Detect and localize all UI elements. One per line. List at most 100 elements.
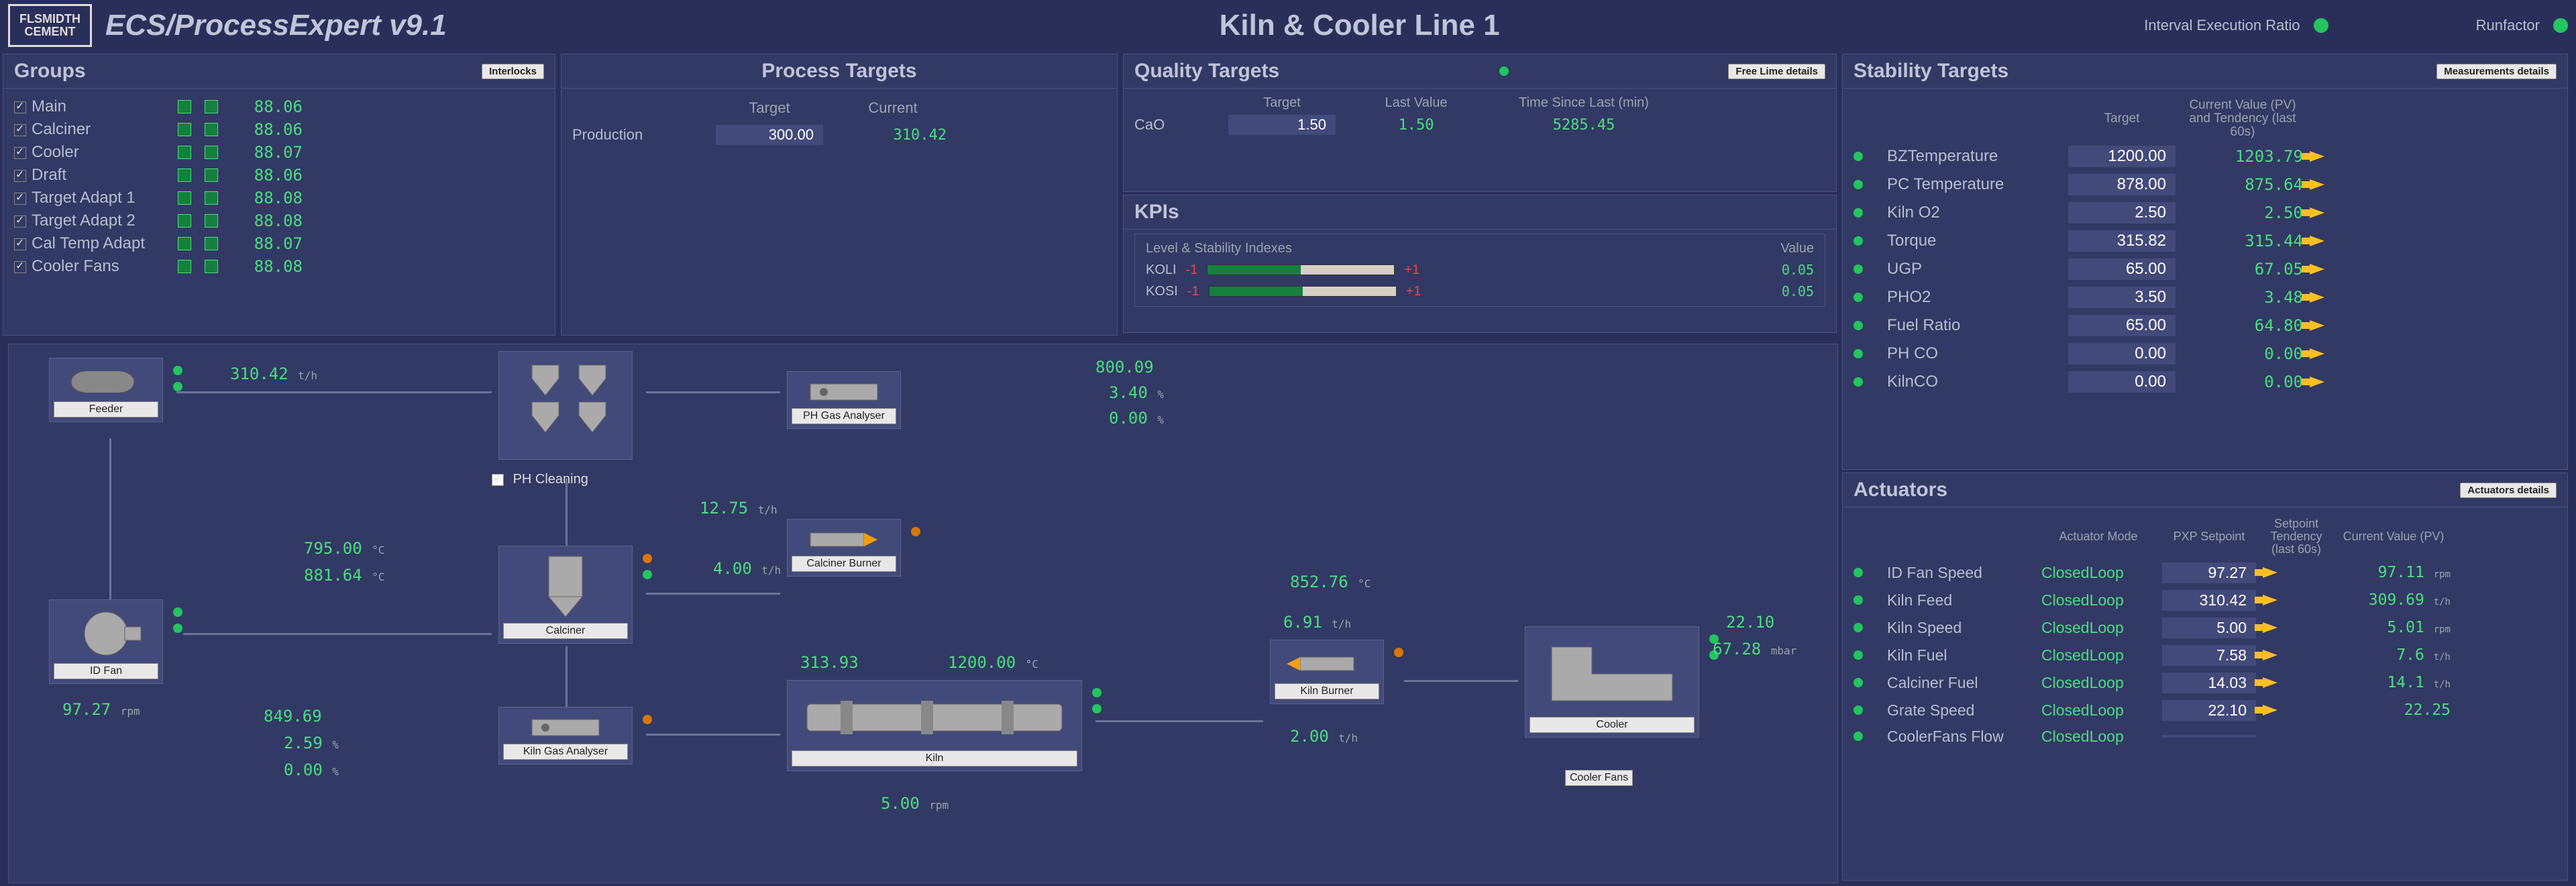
measurements-button[interactable]: Measurements details (2436, 64, 2557, 79)
ph-cleaning-checkbox[interactable] (492, 474, 504, 486)
group-checkbox[interactable] (14, 193, 26, 205)
group-status-1 (178, 191, 191, 205)
act-name: ID Fan Speed (1887, 564, 2035, 582)
stab-name: Kiln O2 (1887, 203, 2061, 222)
process-h-current: Current (839, 99, 947, 117)
group-name: Cooler (32, 143, 79, 161)
stab-target[interactable]: 65.00 (2068, 315, 2176, 336)
act-name: Grate Speed (1887, 701, 2035, 720)
stab-target[interactable]: 3.50 (2068, 287, 2176, 308)
stability-title: Stability Targets (1854, 60, 2008, 83)
group-checkbox[interactable] (14, 124, 26, 136)
cooler-fans-label[interactable]: Cooler Fans (1565, 770, 1633, 786)
stab-status-dot (1854, 180, 1863, 189)
arrow-right-icon (2263, 705, 2277, 716)
interlocks-button[interactable]: Interlocks (482, 64, 544, 79)
act-pv: 22.25 (2337, 701, 2451, 719)
group-status-2 (205, 146, 218, 159)
arrow-right-icon (2263, 677, 2277, 688)
group-checkbox[interactable] (14, 170, 26, 182)
group-checkbox[interactable] (14, 261, 26, 273)
stab-pv: 2.50 (2182, 203, 2303, 222)
group-name: Draft (32, 166, 66, 184)
group-name: Main (32, 97, 66, 115)
stab-target[interactable]: 315.82 (2068, 230, 2176, 252)
arrow-right-icon (2310, 151, 2324, 162)
group-value: 88.06 (229, 97, 303, 116)
act-status-dot (1854, 595, 1863, 605)
stab-pv: 0.00 (2182, 344, 2303, 363)
feeder-box[interactable]: Feeder (49, 358, 163, 422)
actuators-title: Actuators (1854, 479, 1947, 501)
stab-target[interactable]: 1200.00 (2068, 146, 2176, 167)
group-status-2 (205, 168, 218, 182)
stab-status-dot (1854, 264, 1863, 274)
act-name: Calciner Fuel (1887, 674, 2035, 692)
preheater-box[interactable] (498, 351, 633, 460)
group-checkbox[interactable] (14, 238, 26, 250)
id-fan-box[interactable]: ID Fan (49, 599, 163, 684)
stab-target[interactable]: 0.00 (2068, 343, 2176, 364)
act-status-dot (1854, 705, 1863, 715)
group-value: 88.06 (229, 120, 303, 139)
process-title: Process Targets (761, 60, 916, 83)
quality-title: Quality Targets (1134, 60, 1279, 83)
runfactor-status-dot (2553, 18, 2568, 33)
kpi-value: 0.05 (1782, 262, 1814, 278)
screen-title: Kiln & Cooler Line 1 (602, 9, 2117, 42)
act-setpoint[interactable] (2162, 735, 2256, 738)
act-setpoint[interactable]: 5.00 (2162, 618, 2256, 638)
act-name: Kiln Fuel (1887, 646, 2035, 664)
group-status-2 (205, 191, 218, 205)
production-label: Production (572, 126, 700, 144)
group-checkbox[interactable] (14, 147, 26, 159)
stab-target[interactable]: 878.00 (2068, 174, 2176, 195)
group-status-1 (178, 100, 191, 113)
stab-target[interactable]: 65.00 (2068, 258, 2176, 280)
act-setpoint[interactable]: 97.27 (2162, 562, 2256, 583)
cao-target[interactable]: 1.50 (1228, 115, 1336, 135)
calciner-box[interactable]: Calciner (498, 546, 633, 644)
group-checkbox[interactable] (14, 101, 26, 113)
kiln-burner-box[interactable]: Kiln Burner (1270, 640, 1384, 704)
stab-pv: 1203.79 (2182, 147, 2303, 166)
arrow-right-icon (2263, 622, 2277, 633)
cooler-box[interactable]: Cooler (1525, 626, 1699, 738)
kiln-box[interactable]: Kiln (787, 680, 1082, 771)
group-name: Target Adapt 1 (32, 189, 136, 207)
kpi-name: KOLI (1146, 262, 1177, 278)
act-setpoint[interactable]: 7.58 (2162, 645, 2256, 666)
kiln-gas-box[interactable]: Kiln Gas Analyser (498, 707, 633, 765)
kpi-bar (1209, 286, 1397, 297)
stab-target[interactable]: 2.50 (2068, 202, 2176, 224)
arrow-right-icon (2310, 377, 2324, 387)
stab-name: BZTemperature (1887, 147, 2061, 166)
group-checkbox[interactable] (14, 215, 26, 228)
act-setpoint[interactable]: 310.42 (2162, 590, 2256, 611)
production-current: 310.42 (839, 127, 947, 144)
group-status-1 (178, 214, 191, 228)
group-name: Cooler Fans (32, 257, 119, 275)
act-mode: ClosedLoop (2041, 646, 2155, 664)
ph-gas-box[interactable]: PH Gas Analyser (787, 371, 901, 429)
kpi-title: KPIs (1134, 201, 1179, 224)
calciner-burner-box[interactable]: Calciner Burner (787, 519, 901, 577)
act-name: Kiln Feed (1887, 591, 2035, 609)
production-target[interactable]: 300.00 (716, 125, 823, 145)
group-value: 88.08 (229, 257, 303, 276)
stab-target[interactable]: 0.00 (2068, 371, 2176, 393)
stab-pv: 64.80 (2182, 316, 2303, 335)
runfactor-label: Runfactor (2476, 17, 2540, 34)
free-lime-button[interactable]: Free Lime details (1728, 64, 1825, 79)
stab-name: PH CO (1887, 344, 2061, 363)
quality-status-dot (1499, 66, 1509, 76)
cao-time: 5285.45 (1497, 117, 1671, 134)
arrow-right-icon (2310, 236, 2324, 246)
interval-label: Interval Execution Ratio (2144, 17, 2300, 34)
act-setpoint[interactable]: 22.10 (2162, 700, 2256, 721)
group-status-1 (178, 146, 191, 159)
stab-name: Torque (1887, 232, 2061, 250)
actuators-button[interactable]: Actuators details (2460, 483, 2557, 498)
group-value: 88.07 (229, 234, 303, 253)
act-setpoint[interactable]: 14.03 (2162, 673, 2256, 693)
